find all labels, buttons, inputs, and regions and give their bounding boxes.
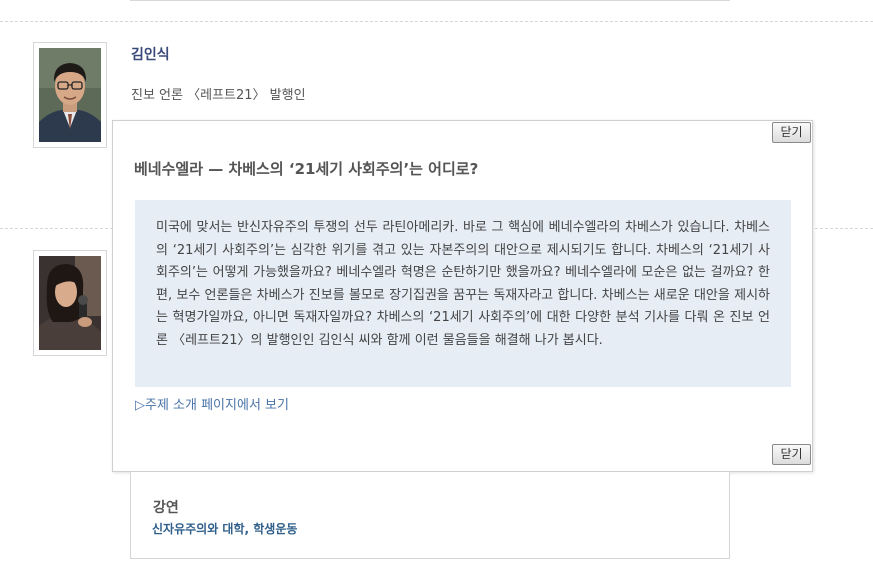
- speaker-photo: [33, 42, 107, 148]
- popup-title: 베네수엘라 — 차베스의 ‘21세기 사회주의’는 어디로?: [134, 160, 479, 178]
- speaker-role: 진보 언론 〈레프트21〉 발행인: [131, 88, 306, 103]
- speaker-photo-image: [39, 256, 101, 350]
- topic-description: 미국에 맞서는 반신자유주의 투쟁의 선두 라틴아메리카. 바로 그 핵심에 베…: [156, 220, 770, 348]
- previous-item-box-edge: [130, 0, 730, 1]
- topic-popup: 닫기 베네수엘라 — 차베스의 ‘21세기 사회주의’는 어디로? 미국에 맞서…: [112, 120, 813, 472]
- lecture-heading: 강연: [153, 500, 179, 516]
- section-divider: [0, 21, 873, 22]
- close-button[interactable]: 닫기: [772, 444, 811, 465]
- speaker-photo: [33, 250, 107, 356]
- page: 김인식 진보 언론 〈레프트21〉 발행인 닫기 베네수엘라 — 차베스의 ‘2…: [0, 0, 873, 579]
- lecture-link[interactable]: 신자유주의와 대학, 학생운동: [152, 520, 297, 537]
- speaker-name: 김인식: [131, 47, 170, 63]
- lecture-box: 강연 신자유주의와 대학, 학생운동: [130, 472, 730, 559]
- topic-description-box: 미국에 맞서는 반신자유주의 투쟁의 선두 라틴아메리카. 바로 그 핵심에 베…: [135, 200, 791, 387]
- close-button[interactable]: 닫기: [772, 122, 811, 143]
- speaker-photo-image: [39, 48, 101, 142]
- topic-page-link[interactable]: ▷주제 소개 페이지에서 보기: [135, 394, 289, 413]
